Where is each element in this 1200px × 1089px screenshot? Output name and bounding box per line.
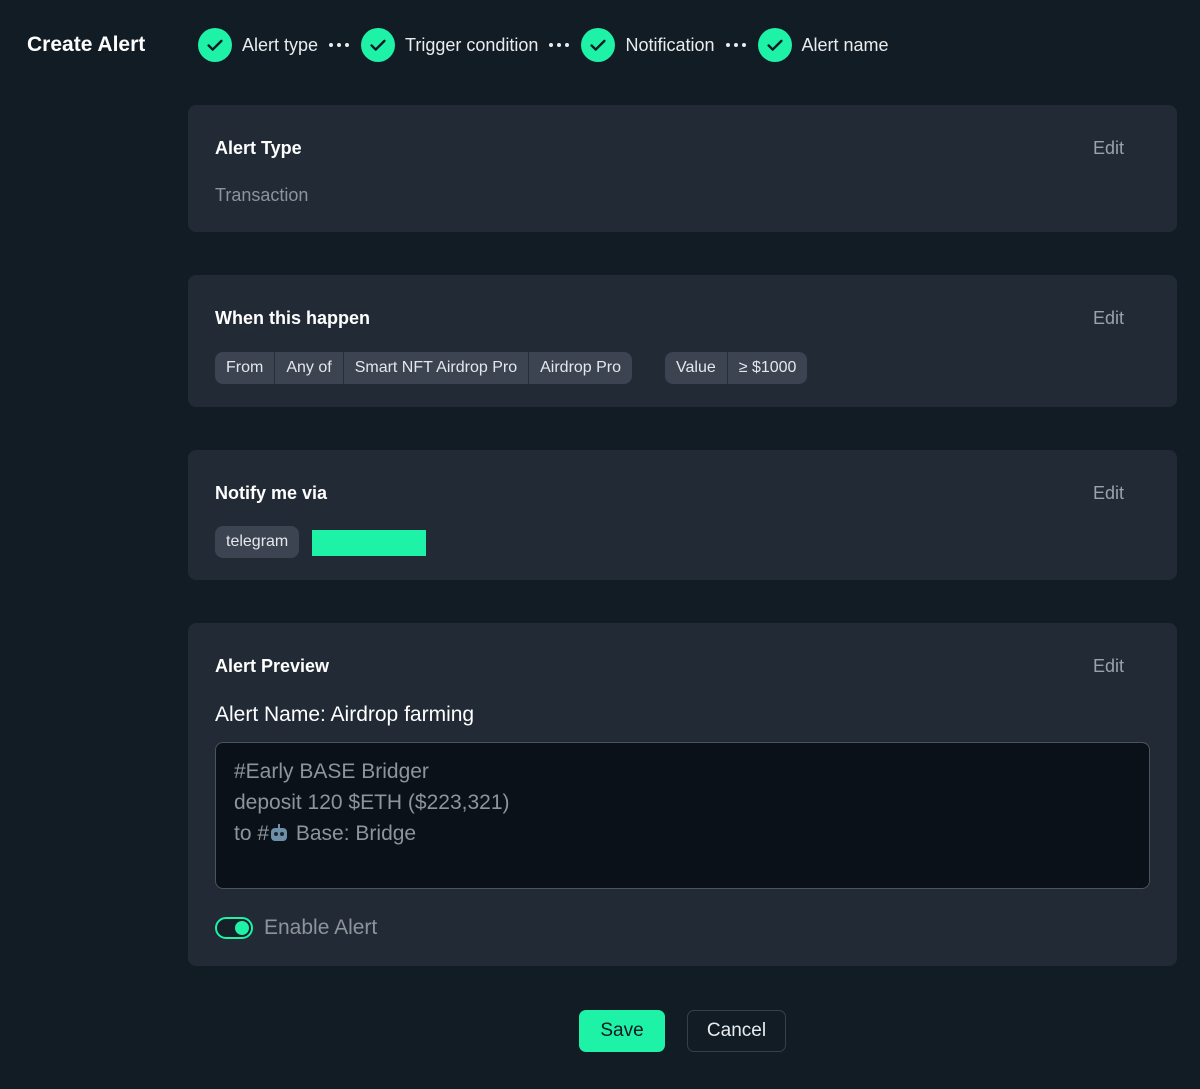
edit-condition-button[interactable]: Edit (1093, 308, 1124, 329)
value-chip-group: Value ≥ $1000 (665, 352, 808, 384)
enable-alert-toggle[interactable] (215, 917, 253, 939)
step-separator (549, 43, 570, 47)
check-circle-icon (581, 28, 616, 62)
step-label: Notification (625, 34, 715, 55)
chip: From (226, 359, 264, 376)
chip: Value (676, 359, 716, 376)
alert-type-value: Transaction (215, 185, 309, 205)
condition-card: When this happen Edit From Any of Smart … (188, 275, 1177, 407)
card-title: Notify me via (215, 483, 328, 503)
redacted-channel-id (312, 530, 426, 556)
robot-icon (270, 824, 288, 842)
preview-line-suffix: Base: Bridge (290, 822, 417, 845)
preview-line: deposit 120 $ETH ($223,321) (234, 791, 510, 814)
progress-stepper: Alert type Trigger condition Notificatio… (198, 28, 889, 62)
notify-card: Notify me via Edit telegram (188, 450, 1177, 580)
step-label: Alert name (801, 34, 889, 55)
check-circle-icon (757, 28, 792, 62)
chip: ≥ $1000 (726, 352, 808, 384)
preview-line: #Early BASE Bridger (234, 760, 429, 783)
step-alert-type[interactable]: Alert type (198, 28, 318, 62)
enable-alert-row: Enable Alert (215, 916, 377, 940)
save-button[interactable]: Save (579, 1010, 665, 1052)
preview-line-prefix: to # (234, 822, 270, 845)
channel-chip: telegram (215, 526, 300, 558)
card-title: Alert Type (215, 138, 302, 158)
check-circle-icon (361, 28, 396, 62)
step-trigger-condition[interactable]: Trigger condition (361, 28, 538, 62)
step-label: Trigger condition (405, 34, 539, 55)
enable-alert-label: Enable Alert (264, 916, 378, 939)
step-alert-name[interactable]: Alert name (757, 28, 889, 62)
preview-line: to # Base: Bridge (234, 818, 1131, 849)
alert-type-card: Alert Type Edit Transaction (188, 105, 1177, 232)
step-separator (725, 43, 746, 47)
alert-name: Alert Name: Airdrop farming (215, 703, 475, 726)
edit-notify-button[interactable]: Edit (1093, 483, 1124, 504)
header: Create Alert Alert type Trigger conditio… (0, 0, 1200, 90)
page-title: Create Alert (27, 33, 146, 56)
toggle-knob (235, 921, 249, 935)
step-notification[interactable]: Notification (581, 28, 715, 62)
message-preview-box[interactable]: #Early BASE Bridger deposit 120 $ETH ($2… (215, 742, 1150, 889)
card-title: Alert Preview (215, 656, 330, 676)
chip: Smart NFT Airdrop Pro (342, 352, 528, 384)
chip: Airdrop Pro (528, 352, 632, 384)
check-circle-icon (198, 28, 232, 62)
preview-card: Alert Preview Edit Alert Name: Airdrop f… (188, 623, 1177, 966)
card-title: When this happen (215, 308, 370, 328)
cancel-button[interactable]: Cancel (687, 1010, 786, 1052)
chip: Any of (274, 352, 342, 384)
step-separator (329, 43, 350, 47)
source-chip-group: From Any of Smart NFT Airdrop Pro Airdro… (215, 352, 633, 384)
step-label: Alert type (242, 34, 319, 55)
edit-alert-type-button[interactable]: Edit (1093, 138, 1124, 159)
edit-preview-button[interactable]: Edit (1093, 656, 1124, 677)
